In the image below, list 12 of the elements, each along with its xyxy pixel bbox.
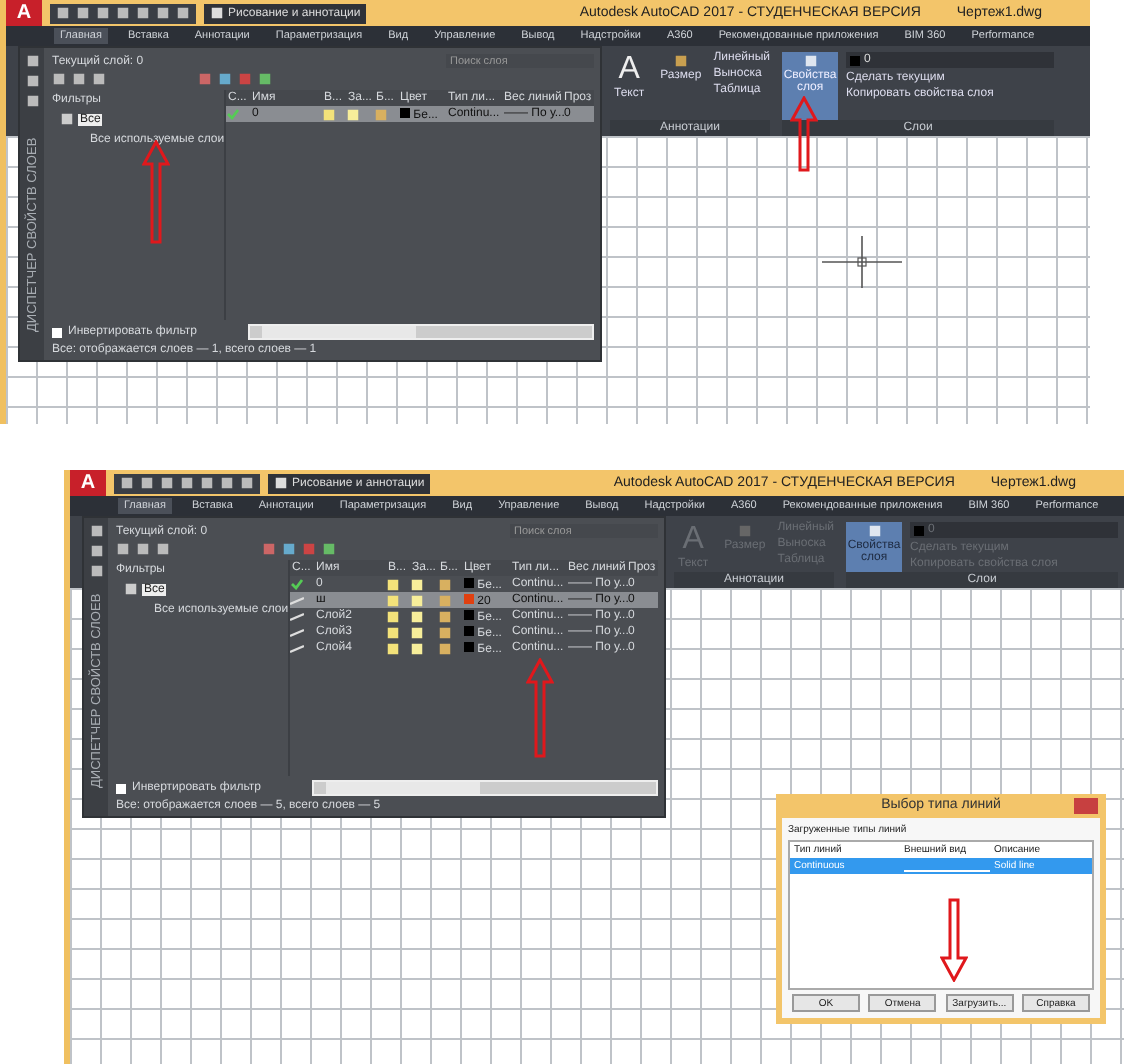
down-arrow-icon	[940, 898, 968, 982]
check-icon	[290, 578, 304, 590]
scrollbar[interactable]	[312, 780, 658, 796]
app-logo[interactable]: A	[70, 470, 106, 496]
up-arrow-icon	[526, 658, 554, 758]
crosshair-icon	[822, 236, 902, 288]
up-arrow-icon	[790, 96, 818, 172]
scrollbar[interactable]	[248, 324, 594, 340]
checkbox[interactable]	[52, 327, 62, 337]
check-icon	[226, 108, 240, 120]
app-logo[interactable]: A	[6, 0, 42, 26]
checkbox[interactable]	[116, 783, 126, 793]
